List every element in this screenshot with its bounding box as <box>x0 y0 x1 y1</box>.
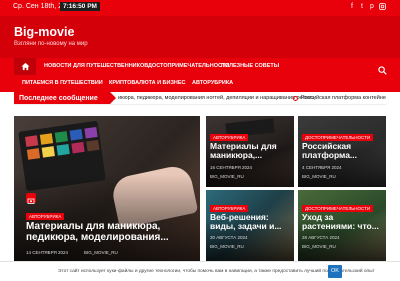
post-title[interactable]: Уход за растениями: что... <box>302 212 386 232</box>
image-format-icon <box>26 193 36 204</box>
category-badge[interactable]: АВТОРУБРИКА <box>210 134 249 141</box>
post-date: 28 АВГУСТА 2024 <box>302 235 340 240</box>
ticker-bullet-icon <box>293 96 298 101</box>
facebook-icon[interactable]: f <box>348 3 356 11</box>
color-swatch <box>26 148 41 160</box>
site-header: Big-movie Взгляни по-новому на мир <box>0 16 400 58</box>
post-author[interactable]: BIG_MOVIE_RU <box>210 244 244 249</box>
color-swatch <box>86 139 100 152</box>
site-title[interactable]: Big-movie <box>14 25 74 39</box>
color-swatch <box>41 146 55 158</box>
top-bar: Ср. Сен 18th, 2024 7:16:50 PM f t p <box>0 0 400 16</box>
post-author[interactable]: BIG_MOVIE_RU <box>210 174 244 179</box>
nav-item-eating-travel[interactable]: ПИТАЕМСЯ В ПУТЕШЕСТВИИ <box>22 80 103 86</box>
nav-item-autorubrika[interactable]: АВТОРУБРИКА <box>192 80 233 86</box>
home-icon[interactable] <box>14 58 36 75</box>
post-title[interactable]: Материалы для маникюра, педикюра, модели… <box>26 221 196 243</box>
color-swatch <box>71 141 85 154</box>
color-swatch <box>56 143 70 156</box>
post-author[interactable]: BIG_MOVIE_RU <box>302 174 336 179</box>
featured-post-card[interactable]: АВТОРУБРИКА Материалы для маникюра, педи… <box>14 116 200 261</box>
ticker-item[interactable]: икюра, педикюра, моделирования ногтей, д… <box>118 92 315 104</box>
post-card[interactable]: АВТОРУБРИКА Веб-решения: виды, задачи и.… <box>206 190 294 261</box>
category-badge[interactable]: ДОСТОПРИМЕЧАТЕЛЬНОСТИ <box>302 205 374 212</box>
color-swatch <box>69 129 83 141</box>
color-swatch <box>54 131 68 143</box>
category-badge[interactable]: ДОСТОПРИМЕЧАТЕЛЬНОСТИ <box>302 134 374 141</box>
post-date: 16 СЕНТЯБРЯ 2024 <box>210 165 253 170</box>
nav-item-attractions[interactable]: ДОСТОПРИМЕЧАТЕЛЬНОСТИ <box>148 63 229 69</box>
post-card[interactable]: ДОСТОПРИМЕЧАТЕЛЬНОСТИ Уход за растениями… <box>298 190 386 261</box>
post-date: 4 СЕНТЯБРЯ 2024 <box>302 165 342 170</box>
post-title[interactable]: Российская платформа... <box>302 141 386 161</box>
post-author[interactable]: BIG_MOVIE_RU <box>302 244 336 249</box>
pinterest-icon[interactable]: p <box>368 3 376 11</box>
nav-item-crypto-business[interactable]: КРИПТОВАЛЮТА И БИЗНЕС <box>109 80 186 86</box>
current-time: 7:16:50 PM <box>60 2 100 11</box>
twitter-icon[interactable]: t <box>358 3 366 11</box>
category-badge[interactable]: АВТОРУБРИКА <box>210 205 249 212</box>
nav-item-useful-tips[interactable]: ПОЛЕЗНЫЕ СОВЕТЫ <box>221 63 279 69</box>
category-badge[interactable]: АВТОРУБРИКА <box>26 213 65 220</box>
ticker-label: Последнее сообщение <box>14 92 116 104</box>
post-date: 30 АВГУСТА 2024 <box>210 235 248 240</box>
post-title[interactable]: Веб-решения: виды, задачи и... <box>210 212 294 232</box>
post-title[interactable]: Материалы для маникюра,... <box>210 141 294 161</box>
color-swatch <box>39 133 54 145</box>
post-card[interactable]: АВТОРУБРИКА Материалы для маникюра,... 1… <box>206 116 294 187</box>
post-author[interactable]: BIG_MOVIE_RU <box>84 250 118 255</box>
post-date: 14 СЕНТЯБРЯ 2024 <box>26 250 69 255</box>
latest-news-ticker: Последнее сообщение икюра, педикюра, мод… <box>14 92 386 105</box>
cookie-notice: Этот сайт использует куки-файлы и другие… <box>0 261 400 281</box>
nav-item-travel-news[interactable]: НОВОСТИ ДЛЯ ПУТЕШЕСТВЕННИКОВ <box>44 63 148 69</box>
instagram-icon[interactable] <box>378 3 386 11</box>
color-swatch <box>84 126 98 139</box>
post-card[interactable]: ДОСТОПРИМЕЧАТЕЛЬНОСТИ Российская платфор… <box>298 116 386 187</box>
cookie-accept-button[interactable]: OK <box>328 265 342 278</box>
main-nav: НОВОСТИ ДЛЯ ПУТЕШЕСТВЕННИКОВ ДОСТОПРИМЕЧ… <box>0 58 400 92</box>
site-tagline: Взгляни по-новому на мир <box>14 41 88 47</box>
color-swatch <box>24 135 39 147</box>
ticker-item[interactable]: Российская платформа контейнеризации: н <box>301 92 386 104</box>
search-icon[interactable] <box>378 62 388 75</box>
